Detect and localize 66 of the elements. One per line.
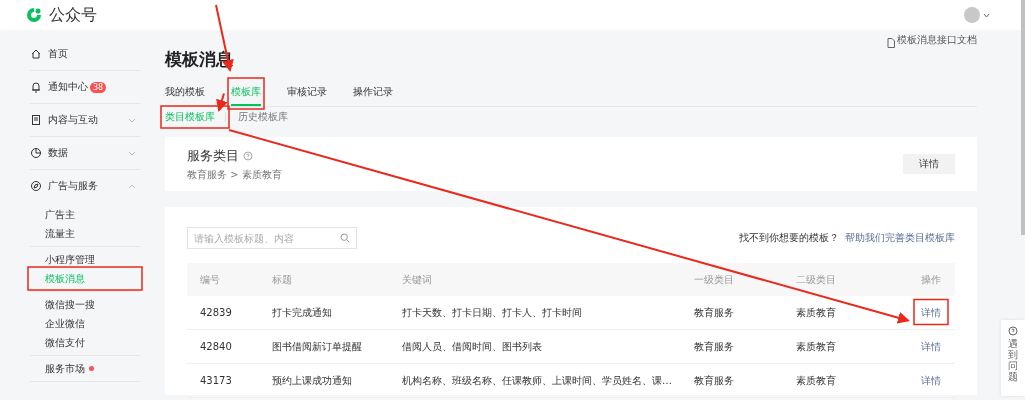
table-cell: 42839 (187, 296, 271, 330)
table-cell: 借阅人员、借阅时间、图书列表 (401, 329, 693, 364)
column-header: 关键词 (401, 263, 693, 296)
notification-badge: 38 (90, 81, 107, 93)
table-cell: 教育服务 (693, 329, 795, 364)
sidebar-group[interactable]: 数据 (48, 146, 68, 160)
details-button[interactable]: 详情 (903, 154, 955, 174)
logo-icon (25, 6, 43, 24)
tab[interactable]: 我的模板 (165, 81, 205, 106)
compass-icon (30, 180, 42, 192)
avatar[interactable] (964, 7, 980, 23)
sidebar-group[interactable]: 内容与互动 (48, 113, 98, 127)
table-cell: 机构名称、班级名称、任课教师、上课时间、学员姓名、课… (401, 363, 693, 398)
help-widget[interactable]: 遇到问题 (1001, 320, 1025, 396)
table-cell: 素质教育 (795, 363, 883, 398)
doc-link[interactable]: 模板消息接口文档 (897, 33, 977, 47)
table-cell: 打卡完成通知 (271, 296, 401, 330)
sidebar-subitem[interactable]: 企业微信 (45, 316, 85, 331)
sidebar-subitem[interactable]: 服务市场 (45, 361, 85, 376)
table-cell: 43173 (187, 363, 271, 398)
table-cell: 打卡天数、打卡日期、打卡人、打卡时间 (401, 296, 693, 330)
column-header: 编号 (187, 263, 271, 296)
annotation-arrow (216, 92, 228, 112)
details-link[interactable]: 详情 (921, 306, 941, 318)
card-title: 服务类目 (187, 146, 239, 165)
pie-chart-icon (30, 147, 42, 159)
caret-icon (983, 12, 990, 18)
tab[interactable]: 操作记录 (353, 81, 393, 106)
sidebar-subitem[interactable]: 广告主 (45, 207, 75, 222)
column-header: 二级类目 (795, 263, 883, 296)
sidebar-item[interactable]: 通知中心 (48, 80, 88, 94)
bell-icon (30, 81, 42, 93)
logo-text: 公众号 (49, 4, 97, 26)
sidebar-subitem[interactable]: 微信支付 (45, 335, 85, 350)
table-cell: 42840 (187, 329, 271, 364)
sidebar-subitem[interactable]: 微信搜一搜 (45, 297, 95, 312)
tab[interactable]: 审核记录 (287, 81, 327, 106)
help-icon (243, 150, 253, 161)
sidebar-item[interactable]: 首页 (48, 47, 68, 61)
sidebar-group[interactable]: 广告与服务 (48, 179, 98, 193)
document-icon (30, 114, 42, 126)
help-link[interactable]: 帮助我们完善类目模板库 (845, 231, 955, 245)
table-cell: 教育服务 (693, 363, 795, 398)
scrollbar[interactable] (1021, 0, 1025, 235)
help-icon (1008, 326, 1018, 336)
sidebar-subitem[interactable]: 流量主 (45, 226, 75, 241)
details-link[interactable]: 详情 (921, 340, 941, 352)
hint-text: 找不到你想要的模板？ (739, 231, 839, 245)
home-icon (30, 48, 42, 60)
table-cell: 素质教育 (795, 329, 883, 364)
table-cell: 预约上课成功通知 (271, 363, 401, 398)
search-icon (340, 233, 350, 243)
table-cell: 素质教育 (795, 296, 883, 330)
subtab[interactable]: 历史模板库 (238, 110, 298, 124)
column-header: 一级类目 (693, 263, 795, 296)
document-icon (887, 38, 895, 48)
table-cell: 图书借阅新订单提醒 (271, 329, 401, 364)
column-header: 操作 (882, 263, 955, 296)
column-header: 标题 (271, 263, 401, 296)
help-text: 遇到问题 (1008, 338, 1018, 382)
sidebar-subitem[interactable]: 小程序管理 (45, 252, 95, 267)
search-field[interactable]: 请输入模板标题、内容 (187, 227, 357, 249)
highlight-frame (913, 298, 949, 326)
category-path: 教育服务 > 素质教育 (187, 167, 282, 182)
table-cell: 教育服务 (693, 296, 795, 330)
details-link[interactable]: 详情 (921, 374, 941, 386)
